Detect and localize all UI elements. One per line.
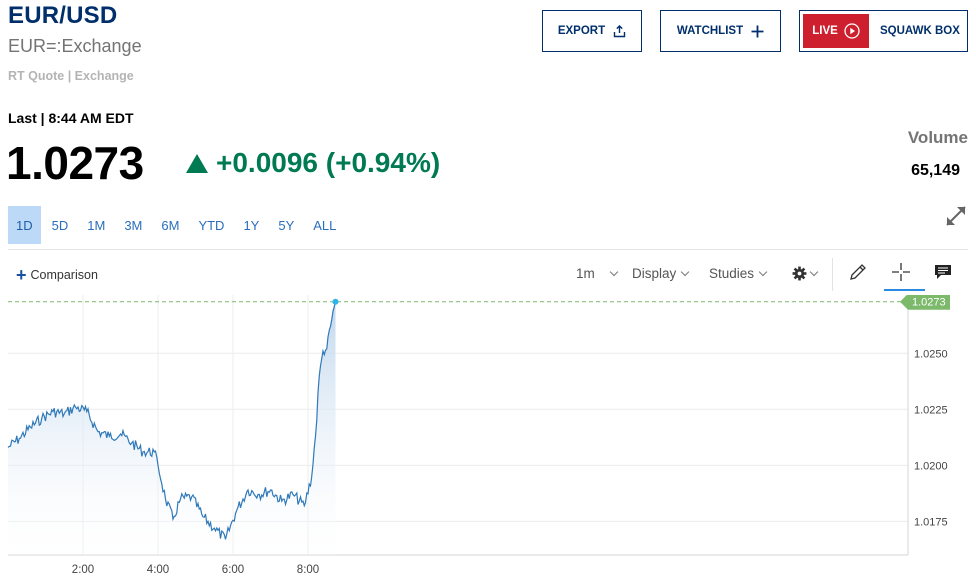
comparison-label: Comparison bbox=[30, 268, 98, 282]
interval-label: 1m bbox=[576, 266, 595, 281]
x-tick-label: 2:00 bbox=[72, 564, 94, 576]
plus-icon bbox=[751, 25, 764, 37]
add-comparison-icon: + bbox=[16, 265, 27, 285]
last-price-tag-label: 1.0273 bbox=[912, 297, 946, 309]
range-6m[interactable]: 6M bbox=[153, 206, 187, 244]
pencil-icon bbox=[850, 264, 866, 280]
range-5y[interactable]: 5Y bbox=[270, 206, 302, 244]
chevron-down-icon bbox=[609, 267, 619, 277]
gear-icon bbox=[792, 266, 807, 281]
comment-icon bbox=[935, 265, 951, 279]
x-tick-label: 6:00 bbox=[222, 564, 244, 576]
last-price-point bbox=[332, 298, 339, 305]
up-arrow-icon bbox=[186, 153, 208, 173]
last-price: 1.0273 bbox=[6, 137, 144, 189]
x-tick-label: 8:00 bbox=[297, 564, 319, 576]
range-ytd[interactable]: YTD bbox=[190, 206, 232, 244]
comparison-button[interactable]: + Comparison bbox=[16, 265, 98, 285]
toolbar-separator bbox=[832, 258, 833, 291]
y-tick-label: 1.0175 bbox=[914, 516, 948, 528]
interval-dropdown[interactable]: 1m bbox=[576, 266, 619, 281]
price-chart[interactable]: 1.0175 1.0200 1.0225 1.0250 2:00 4:00 6:00 8:00… bbox=[0, 295, 976, 580]
range-all[interactable]: ALL bbox=[305, 206, 344, 244]
range-1m[interactable]: 1M bbox=[79, 206, 113, 244]
range-1d[interactable]: 1D bbox=[8, 206, 41, 244]
range-1y[interactable]: 1Y bbox=[235, 206, 267, 244]
quote-source: RT Quote | Exchange bbox=[8, 69, 134, 83]
expand-icon[interactable] bbox=[944, 204, 968, 228]
y-tick-label: 1.0250 bbox=[914, 348, 948, 360]
studies-label: Studies bbox=[709, 266, 755, 281]
volume-value: 65,149 bbox=[911, 162, 960, 179]
x-tick-label: 4:00 bbox=[147, 564, 169, 576]
export-icon bbox=[613, 24, 626, 37]
crosshair-tool-button[interactable] bbox=[888, 260, 914, 284]
squawk-box-button[interactable]: LIVE SQUAWK BOX bbox=[799, 10, 968, 52]
chevron-down-icon bbox=[809, 267, 819, 277]
export-label: EXPORT bbox=[557, 25, 606, 37]
live-label: LIVE bbox=[812, 25, 838, 37]
squawk-label: SQUAWK BOX bbox=[880, 25, 960, 37]
volume-label: Volume bbox=[907, 128, 968, 147]
y-tick-label: 1.0200 bbox=[914, 460, 948, 472]
display-dropdown[interactable]: Display bbox=[632, 266, 690, 281]
studies-dropdown[interactable]: Studies bbox=[709, 266, 768, 281]
exchange-name: EUR=:Exchange bbox=[8, 36, 142, 56]
symbol-title: EUR/USD bbox=[8, 2, 118, 29]
draw-tool-button[interactable] bbox=[845, 260, 871, 284]
toolbar-divider bbox=[8, 249, 968, 250]
price-change-value: +0.0096 (+0.94%) bbox=[216, 147, 441, 178]
last-update-time: Last | 8:44 AM EDT bbox=[8, 110, 134, 126]
display-label: Display bbox=[632, 266, 677, 281]
crosshair-icon bbox=[892, 263, 910, 281]
watchlist-label: WATCHLIST bbox=[676, 25, 744, 37]
y-tick-label: 1.0225 bbox=[914, 404, 948, 416]
range-3m[interactable]: 3M bbox=[116, 206, 150, 244]
play-circle-icon bbox=[844, 23, 860, 39]
price-change: +0.0096 (+0.94%) bbox=[186, 147, 440, 179]
settings-dropdown[interactable] bbox=[792, 266, 819, 281]
annotation-tool-button[interactable] bbox=[930, 260, 956, 284]
live-badge: LIVE bbox=[803, 14, 869, 48]
range-selector: 1D 5D 1M 3M 6M YTD 1Y 5Y ALL bbox=[8, 206, 347, 244]
chevron-down-icon bbox=[758, 267, 768, 277]
crosshair-active-indicator bbox=[884, 289, 925, 291]
watchlist-button[interactable]: WATCHLIST bbox=[660, 10, 781, 52]
export-button[interactable]: EXPORT bbox=[542, 10, 642, 52]
chevron-down-icon bbox=[681, 267, 690, 277]
price-area bbox=[8, 301, 336, 555]
range-5d[interactable]: 5D bbox=[44, 206, 77, 244]
